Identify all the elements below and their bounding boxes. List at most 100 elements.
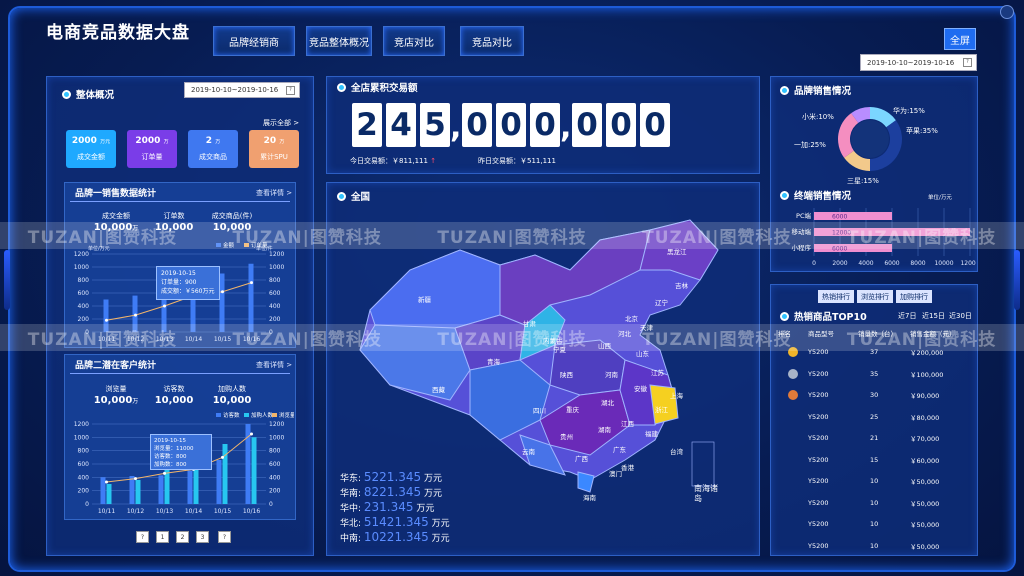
line-point [105,480,108,484]
province-label[interactable]: 广西 [575,453,588,463]
fullscreen-button[interactable]: 全屏 [944,28,976,50]
kpi-card[interactable]: 20 万累计SPU [249,130,299,168]
nav-competitor-overview[interactable]: 竞品整体概况 [306,26,372,56]
stat-value: 10,000 [154,395,194,406]
x-tick-label: 10/11 [98,336,115,343]
province-label[interactable]: 西藏 [432,384,445,394]
table-row[interactable]: Y5200 10 ￥50,000 [778,536,974,556]
overview-date-picker[interactable]: 2019-10-10~2019-10-16? [184,82,300,98]
brand-detail-link[interactable]: 查看详情 > [256,188,292,198]
province-label[interactable]: 辽宁 [655,297,668,307]
pager-page-1[interactable]: 1 [156,531,169,543]
province-label[interactable]: 南海诸岛 [694,484,718,504]
settings-icon[interactable] [1000,5,1014,19]
province-label[interactable]: 福建 [645,428,658,438]
province-label[interactable]: 江西 [621,418,634,428]
sales-cell: 10 [870,477,879,485]
medal-icon [788,368,798,379]
table-row[interactable]: Y5200 25 ￥80,000 [778,407,974,427]
bar [106,484,112,504]
y-tick-label: 0 [85,329,89,336]
kpi-card[interactable]: 2000 万元 成交金额 [66,130,116,168]
province-label[interactable]: 台湾 [670,446,683,456]
bar [187,470,193,504]
province-label[interactable]: 安徽 [634,383,647,393]
table-row[interactable]: Y5200 35 ￥100,000 [778,364,974,384]
table-row[interactable]: Y5200 10 ￥50,000 [778,471,974,491]
province-label[interactable]: 江苏 [651,367,664,377]
province-label[interactable]: 湖北 [601,397,614,407]
province-label[interactable]: 吉林 [675,280,688,290]
amount-cell: ￥60,000 [910,456,940,465]
province-label[interactable]: 山西 [598,340,611,350]
province-label[interactable]: 新疆 [418,294,431,304]
province-label[interactable]: 河北 [618,328,631,338]
table-row[interactable]: Y5200 21 ￥70,000 [778,428,974,448]
x-tick-label: 0 [812,260,816,267]
y-tick-label-right: 1000 [269,264,284,271]
pager-page-2[interactable]: 2 [176,531,189,543]
province-label[interactable]: 陕西 [560,369,573,379]
province-label[interactable]: 宁夏 [553,344,566,354]
province-label[interactable]: 黑龙江 [667,246,687,256]
table-row[interactable]: Y5200 37 ￥200,000 [778,342,974,362]
y-tick-label-right: 0 [269,501,273,508]
pager-next[interactable]: ? [218,531,231,543]
province-label[interactable]: 重庆 [566,404,579,414]
transactions-title: 全店累积交易额 [337,80,418,94]
divider [70,201,290,202]
tab-hot-sales[interactable]: 热销排行 [818,290,854,303]
model-cell: Y5200 [808,348,829,356]
nav-brand-dealer[interactable]: 品牌经销商 [213,26,295,56]
header-date-picker[interactable]: 2019-10-10~2019-10-16? [860,54,977,71]
period-30d[interactable]: 近30日 [949,311,972,321]
model-cell: Y5200 [808,369,829,378]
province-label[interactable]: 青海 [487,356,500,366]
province-label[interactable]: 湖南 [598,424,611,434]
table-row[interactable]: Y5200 30 ￥90,000 [778,385,974,405]
tooltip-adds: 加购数：800 [154,462,187,468]
line-point [250,281,253,285]
kpi-label: 成交金额 [77,153,105,161]
x-tick-label: 6000 [884,260,899,267]
province-label[interactable]: 甘肃 [523,318,536,328]
province-label[interactable]: 香港 [621,462,634,472]
province-label[interactable]: 浙江 [655,404,668,414]
province-label[interactable]: 上海 [670,390,683,400]
tab-add-cart[interactable]: 加购排行 [896,290,932,303]
kpi-card[interactable]: 2000 万订单量 [127,130,177,168]
period-7d[interactable]: 近7日 [898,311,916,321]
region-unit: 万元 [428,519,450,529]
col-amount: 销售金额（元） [910,330,956,338]
pager-page-3[interactable]: 3 [196,531,209,543]
y-tick-label-right: 400 [269,474,281,481]
province-label[interactable]: 贵州 [560,431,573,441]
nav-product-compare[interactable]: 竞品对比 [460,26,524,56]
kpi-card[interactable]: 2 万成交商品 [188,130,238,168]
province-label[interactable]: 天津 [640,322,653,332]
brand-chart-tooltip: 2019-10-15 订单量：900 成交额：￥560万元 [156,266,220,300]
province-label[interactable]: 广东 [613,444,626,454]
province-label[interactable]: 四川 [533,405,546,415]
province-label[interactable]: 北京 [625,313,638,323]
province-label[interactable]: 澳门 [609,468,622,478]
province-label[interactable]: 云南 [522,446,535,456]
nav-store-compare[interactable]: 竞店对比 [383,26,445,56]
region-name: 华东: [340,474,364,484]
province-label[interactable]: 河南 [605,369,618,379]
table-row[interactable]: Y5200 15 ￥60,000 [778,450,974,470]
table-row[interactable]: Y5200 10 ￥50,000 [778,493,974,513]
table-row[interactable]: Y5200 10 ￥50,000 [778,514,974,534]
province-label[interactable]: 山东 [636,348,649,358]
province-label[interactable]: 海南 [583,492,596,502]
region-value: 5221.345 [363,470,422,484]
col-rank: 排名 [778,330,791,338]
show-all-link[interactable]: 展示全部 > [263,118,299,128]
customer-detail-link[interactable]: 查看详情 > [256,360,292,370]
tab-browse[interactable]: 浏览排行 [857,290,893,303]
pager-prev[interactable]: ? [136,531,149,543]
region-row: 华东: 5221.345 万元 [340,470,442,484]
transaction-digit: 5 [420,103,450,147]
slice-label-xiaomi: 小米:10% [802,113,834,121]
period-15d[interactable]: 近15日 [922,311,945,321]
